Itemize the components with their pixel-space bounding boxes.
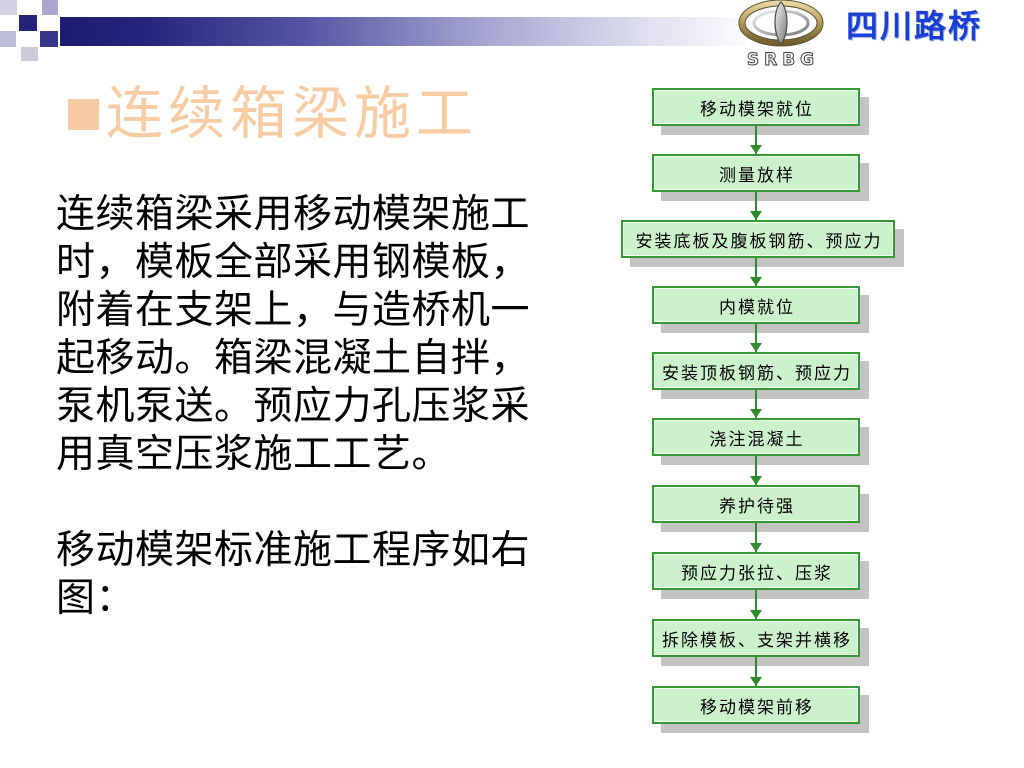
flow-step: 移动模架就位 xyxy=(652,88,860,126)
flow-step: 安装底板及腹板钢筋、预应力 xyxy=(621,220,895,258)
flow-step: 拆除模板、支架并横移 xyxy=(652,619,860,657)
flow-step: 内模就位 xyxy=(652,286,860,324)
flow-step: 预应力张拉、压浆 xyxy=(652,552,860,590)
flow-step: 养护待强 xyxy=(652,485,860,523)
flow-arrow xyxy=(750,324,762,352)
flow-arrow xyxy=(750,523,762,552)
flow-arrow xyxy=(750,456,762,485)
flow-step: 测量放样 xyxy=(652,154,860,192)
flow-arrow xyxy=(750,590,762,619)
flow-arrow xyxy=(750,657,762,686)
flow-step: 安装顶板钢筋、预应力 xyxy=(652,352,860,390)
flow-arrow xyxy=(750,192,762,220)
flow-step: 浇注混凝土 xyxy=(652,418,860,456)
flow-arrow xyxy=(750,258,762,286)
slide: SRBG 四川路桥 连续箱梁施工 连续箱梁采用移动模架施工 时，模板全部采用钢模… xyxy=(0,0,1024,768)
flow-arrow xyxy=(750,126,762,154)
flowchart: 移动模架就位 测量放样 安装底板及腹板钢筋、预应力 内模就位 安装顶板钢筋、预应… xyxy=(0,0,1024,768)
flow-arrow xyxy=(750,390,762,418)
flow-step: 移动模架前移 xyxy=(652,686,860,724)
